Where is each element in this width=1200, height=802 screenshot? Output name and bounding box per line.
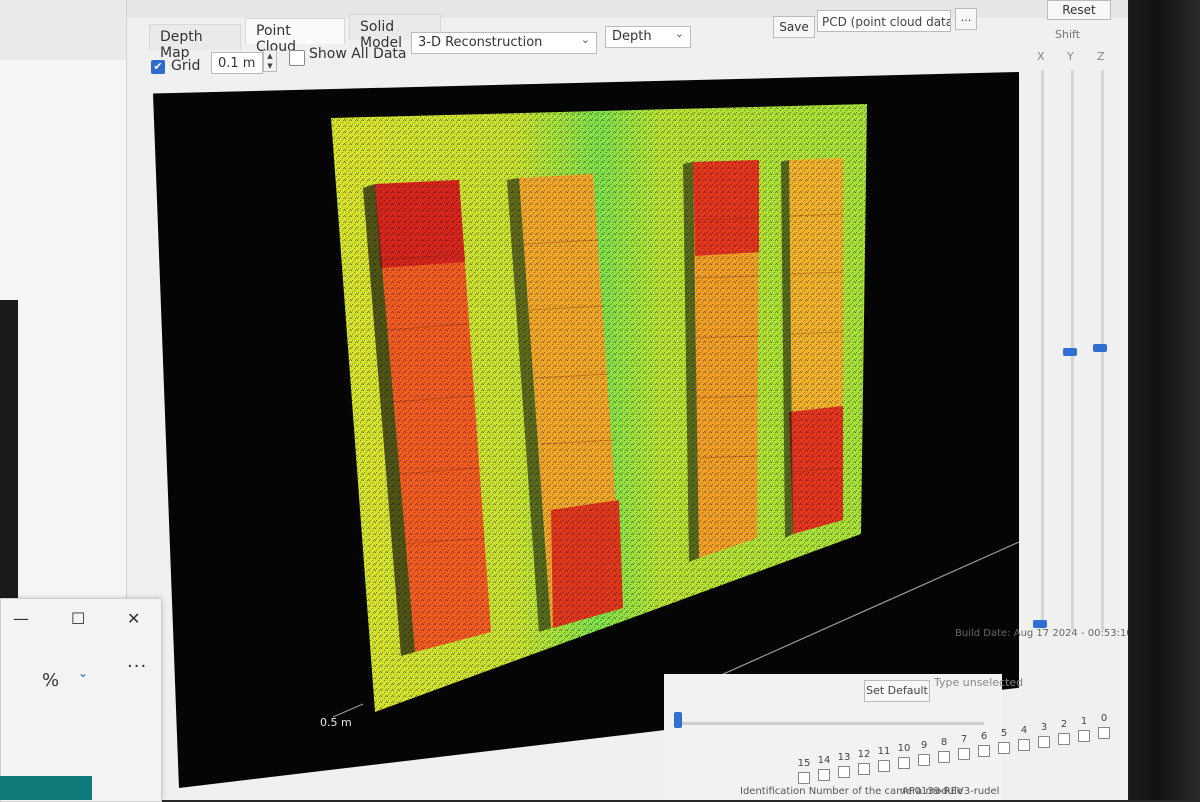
bit-checkbox[interactable] bbox=[858, 763, 870, 775]
tab-point-cloud[interactable]: Point Cloud bbox=[245, 18, 345, 55]
slider-thumb-icon[interactable] bbox=[1063, 348, 1077, 356]
chevron-down-icon: ⌄ bbox=[674, 27, 684, 40]
module-id-text: AF0139-REV3-rudel bbox=[902, 786, 1000, 797]
save-button[interactable]: Save bbox=[773, 16, 815, 38]
slider-thumb-icon[interactable] bbox=[1093, 344, 1107, 352]
bit-checkbox[interactable] bbox=[838, 766, 850, 778]
bit-number-label: 13 bbox=[837, 752, 851, 763]
axis-y-label: Y bbox=[1067, 50, 1074, 63]
maximize-icon[interactable]: ☐ bbox=[71, 609, 85, 628]
bit-slider-track[interactable] bbox=[674, 722, 984, 725]
bit-number-label: 0 bbox=[1100, 713, 1108, 724]
show-all-data-checkbox[interactable] bbox=[289, 50, 305, 66]
bit-checkbox[interactable] bbox=[898, 757, 910, 769]
shift-x-slider[interactable] bbox=[1041, 70, 1044, 630]
browse-button[interactable]: ... bbox=[955, 8, 977, 30]
bit-number-label: 15 bbox=[797, 758, 811, 769]
bit-number-label: 9 bbox=[920, 740, 928, 751]
build-date-text: Build Date: Aug 17 2024 - 00:53:10 bbox=[955, 628, 1133, 639]
bit-number-label: 3 bbox=[1040, 722, 1048, 733]
left-side-panel bbox=[0, 60, 129, 620]
type-status-label: Type unselected bbox=[934, 676, 1024, 689]
bit-number-label: 6 bbox=[980, 731, 988, 742]
bit-checkbox[interactable] bbox=[798, 772, 810, 784]
more-options-icon[interactable]: ··· bbox=[127, 656, 147, 677]
shift-label: Shift bbox=[1055, 28, 1081, 41]
set-default-button[interactable]: Set Default bbox=[864, 680, 930, 702]
reset-button[interactable]: Reset bbox=[1047, 0, 1111, 20]
left-image-strip bbox=[0, 300, 18, 600]
bit-checkbox[interactable] bbox=[818, 769, 830, 781]
secondary-window: — ☐ ✕ bbox=[0, 598, 162, 802]
bit-number-label: 11 bbox=[877, 746, 891, 757]
axis-z-label: Z bbox=[1097, 50, 1105, 63]
bit-number-label: 12 bbox=[857, 749, 871, 760]
monitor-bezel bbox=[1128, 0, 1200, 800]
slider-thumb-icon[interactable] bbox=[1033, 620, 1047, 628]
bit-checkbox[interactable] bbox=[1098, 727, 1110, 739]
ratio-icon[interactable]: % bbox=[42, 670, 59, 691]
grid-label: Grid bbox=[171, 58, 201, 74]
top-toolbar bbox=[127, 0, 1129, 18]
bit-checkbox[interactable] bbox=[958, 748, 970, 760]
close-icon[interactable]: ✕ bbox=[127, 609, 140, 628]
bit-checkbox[interactable] bbox=[1018, 739, 1030, 751]
color-mode-select[interactable]: Depth ⌄ bbox=[605, 26, 691, 48]
checkbox-checked-icon: ✔ bbox=[153, 60, 163, 73]
chevron-down-icon: ⌄ bbox=[580, 33, 590, 46]
bit-checkbox[interactable] bbox=[938, 751, 950, 763]
bit-number-label: 14 bbox=[817, 755, 831, 766]
color-mode-value: Depth bbox=[612, 29, 652, 44]
bit-checkbox[interactable] bbox=[998, 742, 1010, 754]
bit-checkbox[interactable] bbox=[1078, 730, 1090, 742]
slider-thumb-icon[interactable] bbox=[674, 712, 682, 728]
bit-checkbox[interactable] bbox=[918, 754, 930, 766]
bit-number-label: 5 bbox=[1000, 728, 1008, 739]
bit-checkbox[interactable] bbox=[1038, 736, 1050, 748]
show-all-data-label: Show All Data bbox=[309, 46, 407, 62]
grid-size-input[interactable]: 0.1 m bbox=[211, 52, 263, 74]
save-format-select[interactable]: PCD (point cloud data… bbox=[817, 10, 951, 32]
tab-depth-map[interactable]: Depth Map bbox=[149, 24, 241, 61]
scale-bar-label: 0.5 m bbox=[320, 716, 352, 729]
bit-number-label: 7 bbox=[960, 734, 968, 745]
bit-number-label: 1 bbox=[1080, 716, 1088, 727]
bit-checkbox[interactable] bbox=[978, 745, 990, 757]
thumbnail-image bbox=[0, 776, 92, 800]
view-mode-select[interactable]: 3-D Reconstruction ⌄ bbox=[411, 32, 597, 54]
minimize-icon[interactable]: — bbox=[13, 609, 29, 628]
bit-checkbox[interactable] bbox=[1058, 733, 1070, 745]
grid-checkbox[interactable]: ✔ bbox=[151, 60, 165, 74]
view-mode-value: 3-D Reconstruction bbox=[418, 35, 543, 50]
chevron-down-icon[interactable]: ⌄ bbox=[78, 666, 88, 680]
bit-number-label: 10 bbox=[897, 743, 911, 754]
bit-number-label: 8 bbox=[940, 737, 948, 748]
bit-number-label: 4 bbox=[1020, 725, 1028, 736]
point-speckle-overlay bbox=[331, 104, 867, 712]
spinner-icon[interactable]: ▲ ▼ bbox=[263, 50, 277, 72]
axis-x-label: X bbox=[1037, 50, 1045, 63]
bit-checkbox[interactable] bbox=[878, 760, 890, 772]
bit-number-label: 2 bbox=[1060, 719, 1068, 730]
